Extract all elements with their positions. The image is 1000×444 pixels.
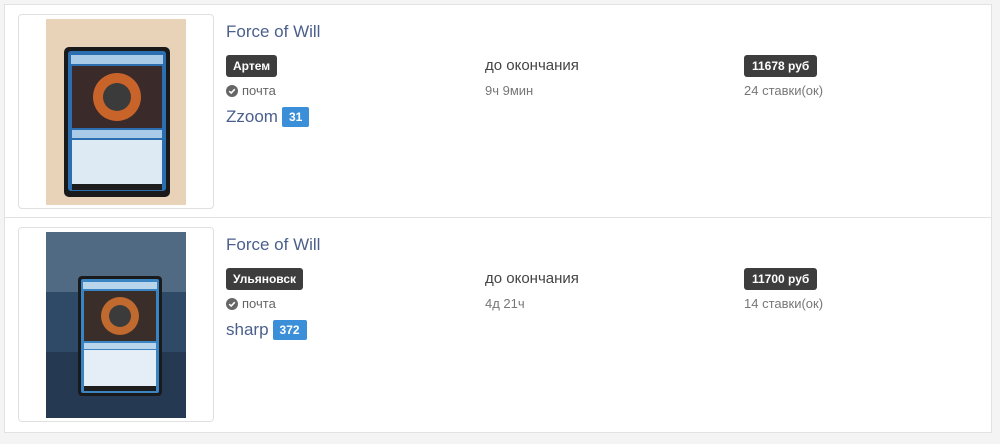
seller-rating-badge[interactable]: 31 — [281, 107, 310, 127]
card-photo — [46, 19, 186, 205]
seller: Zzoom 31 — [226, 107, 310, 127]
time-left-value: 4д 21ч — [485, 296, 525, 311]
card-photo-image — [46, 19, 186, 205]
city-badge: Артем — [226, 55, 278, 77]
check-circle-icon — [226, 84, 238, 97]
seller-link[interactable]: sharp — [226, 320, 269, 340]
delivery-method: почта — [226, 83, 276, 98]
lot-row: Force of Will Ульяновск почта sharp 372 … — [5, 217, 991, 432]
lot-list: Force of Will Артем почта Zzoom 31 до ок… — [4, 4, 992, 433]
bids-count: 24 ставки(ок) — [744, 83, 824, 98]
seller-rating-badge[interactable]: 372 — [272, 320, 307, 340]
delivery-method: почта — [226, 296, 276, 311]
time-left-value: 9ч 9мин — [485, 83, 534, 98]
delivery-label: почта — [242, 83, 276, 98]
time-left-label: до окончания — [485, 270, 579, 287]
delivery-label: почта — [242, 296, 276, 311]
lot-row: Force of Will Артем почта Zzoom 31 до ок… — [5, 4, 991, 217]
city-badge: Ульяновск — [226, 268, 304, 290]
bids-count: 14 ставки(ок) — [744, 296, 824, 311]
time-left-label: до окончания — [485, 57, 579, 74]
lot-title-link[interactable]: Force of Will — [226, 22, 320, 42]
check-circle-icon — [226, 297, 238, 310]
card-photo — [46, 232, 186, 418]
lot-thumbnail[interactable] — [18, 227, 214, 422]
price-badge: 11678 руб — [744, 55, 818, 77]
lot-thumbnail[interactable] — [18, 14, 214, 209]
lot-title-link[interactable]: Force of Will — [226, 235, 320, 255]
seller: sharp 372 — [226, 320, 307, 340]
price-badge: 11700 руб — [744, 268, 818, 290]
seller-link[interactable]: Zzoom — [226, 107, 278, 127]
card-photo-image — [46, 232, 186, 418]
